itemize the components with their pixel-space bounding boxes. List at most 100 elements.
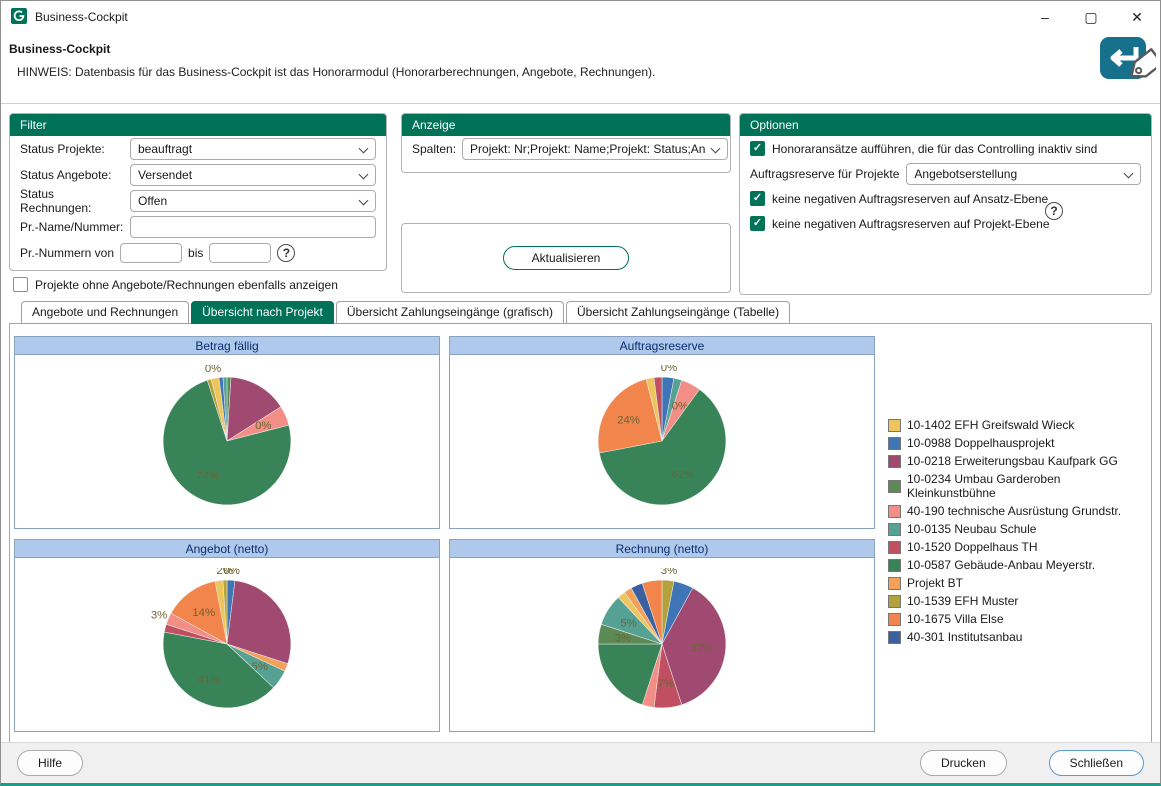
charts-content: Betrag fällig 0% 74% 0% Auftragsreserve 0%… [9,323,1152,743]
legend-item: 10-1402 EFH Greifswald Wieck [888,418,1151,432]
legend-label: 10-0234 Umbau Garderoben Kleinkunstbühne [907,472,1061,500]
app-logo-icon [11,7,27,27]
optionen-panel: Optionen Honoraransätze aufführen, die f… [739,113,1152,295]
chevron-down-icon [358,195,369,206]
pie-slice-label: 37% [690,643,713,655]
anzeige-panel-header: Anzeige [402,114,730,136]
spalten-select[interactable]: Projekt: Nr;Projekt: Name;Projekt: Statu… [462,138,729,160]
pie-slice-label: 3% [661,568,677,577]
tab-0[interactable]: Angebote und Rechnungen [21,301,190,324]
legend-item: 10-1520 Doppelhaus TH [888,540,1151,554]
anzeige-panel: Anzeige Spalten: Projekt: Nr;Projekt: Na… [401,113,731,173]
chevron-down-icon [711,143,721,154]
tab-2[interactable]: Übersicht Zahlungseingänge (grafisch) [335,301,564,324]
legend-item: Projekt BT [888,576,1151,590]
chart-title: Auftragsreserve [450,337,874,355]
legend-item: 10-0988 Doppelhausprojekt [888,436,1151,450]
pr-nummern-von-label: Pr.-Nummern von [20,246,115,260]
hint-text: HINWEIS: Datenbasis für das Business-Coc… [17,65,656,79]
status-rechnungen-select[interactable]: Offen [130,190,376,212]
legend-label: 10-0218 Erweiterungsbau Kaufpark GG [907,454,1118,468]
help-icon[interactable]: ? [1045,202,1063,220]
pr-nummer-bis-input[interactable] [209,243,272,263]
pie-slice-label: 41% [198,674,221,686]
legend-swatch [888,479,901,493]
projekte-ohne-checkbox[interactable] [13,277,28,292]
legend-swatch [888,558,901,572]
ansatz-ebene-label: keine negativen Auftragsreserven auf Ans… [772,191,1049,206]
legend-swatch [888,612,901,626]
pie-slice-label: 0% [205,365,221,375]
legend-swatch [888,436,901,450]
aktualisieren-button[interactable]: Aktualisieren [502,246,630,270]
header: Business-Cockpit HINWEIS: Datenbasis für… [1,33,1160,104]
pie-chart: 0%5%41%3% 14%2% [151,568,292,709]
legend-label: 10-1402 EFH Greifswald Wieck [907,418,1075,432]
drucken-button[interactable]: Drucken [919,750,1007,776]
honoraransaetze-label: Honoraransätze aufführen, die für das Co… [772,141,1098,156]
legend-label: 10-1539 EFH Muster [907,594,1019,608]
legend-item: 10-1675 Villa Else [888,612,1151,626]
pie-slice-label: 3% [151,609,167,621]
legend-swatch [888,504,901,518]
auftragsreserve-select[interactable]: Angebotserstellung [906,162,1141,185]
chart-body: 0% 0% 62% 24% [450,355,874,527]
pie-slice-label: 2% [216,568,232,577]
tab-3[interactable]: Übersicht Zahlungseingänge (Tabelle) [565,301,791,324]
help-icon[interactable]: ? [277,244,296,262]
legend-swatch [888,522,901,536]
legend-swatch [888,454,901,468]
ansatz-ebene-checkbox[interactable] [750,191,765,206]
return-tag-icon [1096,35,1160,104]
pie-slice-label: 5% [620,618,636,630]
legend-label: 10-0988 Doppelhausprojekt [907,436,1055,450]
chart-title: Angebot (netto) [15,540,439,558]
chart-legend: 10-1402 EFH Greifswald Wieck 10-0988 Dopp… [888,418,1151,648]
legend-label: 10-0135 Neubau Schule [907,522,1037,536]
page-title: Business-Cockpit [9,42,111,56]
bis-label: bis [188,246,204,260]
chart-panel-auftragsreserve: Auftragsreserve 0% 0% 62% 24% [449,336,875,529]
chart-panel-rechnung-netto: Rechnung (netto) 3% 37% 7% 3% 5% [449,539,875,732]
pie-chart: 3% 37% 7% 3% 5% [597,568,727,709]
pie-slice-label: 62% [672,469,695,481]
chevron-down-icon [358,143,369,154]
business-cockpit-window: Business-Cockpit – ▢ ✕ Business-Cockpit … [0,0,1161,786]
pr-name-nummer-input[interactable] [130,216,376,238]
projekt-ebene-checkbox[interactable] [750,216,765,231]
schliessen-button[interactable]: Schließen [1048,750,1144,776]
auftragsreserve-label: Auftragsreserve für Projekte [750,166,900,181]
refresh-box: Aktualisieren [401,223,731,293]
optionen-panel-header: Optionen [740,114,1151,136]
pie-slice-label: 14% [192,607,215,619]
chart-title: Rechnung (netto) [450,540,874,558]
maximize-button[interactable]: ▢ [1068,1,1114,33]
pie-chart: 0%74%0% [162,365,292,506]
status-angebote-select[interactable]: Versendet [130,164,376,186]
projekt-ebene-label: keine negativen Auftragsreserven auf Pro… [772,216,1050,231]
close-button[interactable]: ✕ [1114,1,1160,33]
status-rechnungen-label: Status Rechnungen: [20,187,92,215]
status-angebote-label: Status Angebote: [20,168,112,182]
status-projekte-select[interactable]: beauftragt [130,138,376,160]
minimize-button[interactable]: – [1022,1,1068,33]
chart-body: 3% 37% 7% 3% 5% [450,558,874,730]
legend-swatch [888,540,901,554]
pr-nummer-von-input[interactable] [120,243,183,263]
window-title: Business-Cockpit [35,10,128,24]
legend-swatch [888,576,901,590]
legend-label: 40-190 technische Ausrüstung Grundstr. [907,504,1122,518]
legend-label: Projekt BT [907,576,964,590]
pie-slice-label: 0% [661,365,677,374]
titlebar: Business-Cockpit – ▢ ✕ [1,1,1160,33]
chart-body: 0% 5% 41% 3% 14% 2% [15,558,439,730]
filter-panel: Filter Status Projekte: beauftragt Statu… [9,113,387,271]
projekte-ohne-label: Projekte ohne Angebote/Rechnungen ebenfa… [35,277,338,292]
footer: Hilfe Drucken Schließen [1,742,1160,783]
tabbar: Angebote und Rechnungen Übersicht nach Pr… [21,301,792,324]
hilfe-button[interactable]: Hilfe [17,750,84,776]
honoraransaetze-checkbox[interactable] [750,141,765,156]
legend-item: 10-0234 Umbau Garderoben Kleinkunstbühne [888,472,1151,500]
tab-1[interactable]: Übersicht nach Projekt [191,301,334,324]
legend-swatch [888,418,901,432]
